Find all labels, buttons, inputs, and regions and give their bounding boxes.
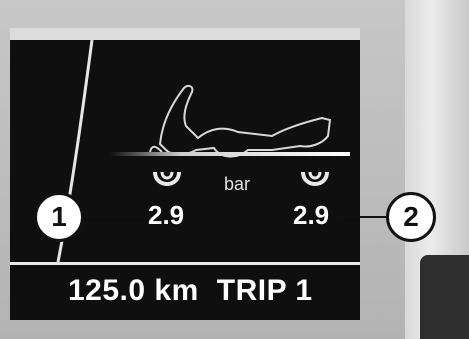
tire-icon: [152, 170, 182, 198]
ground-line: [110, 152, 350, 156]
callout-2: 2: [386, 192, 436, 242]
callout-1-leader: [82, 216, 148, 218]
side-housing-dark-insert: [420, 255, 469, 339]
rear-tire-pressure: 2.9: [293, 200, 330, 230]
display-divider: [10, 262, 360, 265]
screen-top-edge: [10, 28, 360, 40]
trip-label: TRIP 1: [216, 274, 313, 307]
motorcycle-silhouette-icon: [149, 84, 332, 158]
tire-icon: [300, 170, 330, 198]
callout-1: 1: [34, 192, 84, 242]
front-tire-pressure: 2.9: [148, 200, 185, 230]
trip-readout: 125.0 km TRIP 1: [68, 274, 313, 308]
tft-display: bar 2.9 2.9 125.0 km TRIP 1: [10, 40, 360, 320]
odometer-value: 125.0 km: [68, 274, 199, 307]
pressure-unit-label: bar: [224, 174, 251, 194]
callout-2-leader: [338, 216, 388, 218]
